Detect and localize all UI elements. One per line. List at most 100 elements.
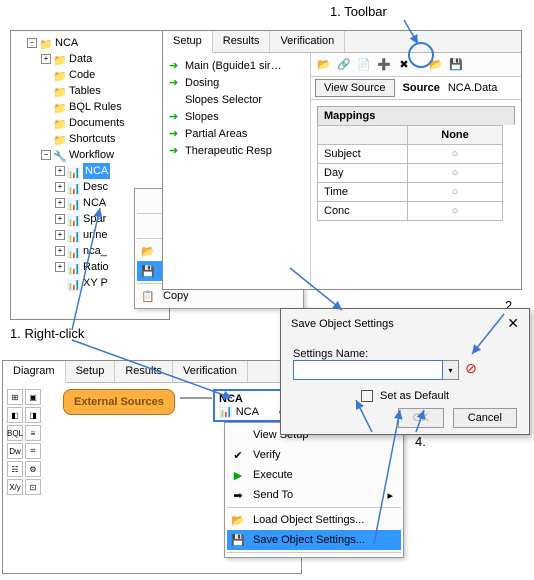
settings-name-input[interactable] (293, 360, 443, 380)
tree-shortcuts[interactable]: 📁Shortcuts (41, 131, 167, 147)
callout-circle-toolbar (408, 42, 434, 68)
folder-icon: 📁 (53, 53, 67, 65)
tree-wf-nca[interactable]: +📊NCA (55, 163, 167, 179)
palette-item[interactable]: ☵ (7, 461, 23, 477)
dialog-title: Save Object Settings (291, 318, 394, 330)
tree-docs[interactable]: 📁Documents (41, 115, 167, 131)
tree-root[interactable]: −📁NCA (27, 35, 167, 51)
tree-workflow[interactable]: −🔧Workflow (41, 147, 167, 163)
table-row: Subject○ (318, 145, 503, 164)
mappings-table: None Subject○ Day○ Time○ Conc○ (317, 125, 503, 221)
palette-item[interactable]: ⊡ (25, 479, 41, 495)
tb-link-icon[interactable]: 🔗 (335, 56, 353, 74)
tb-open-icon[interactable]: 📂 (315, 56, 333, 74)
tab-verification2[interactable]: Verification (173, 361, 248, 382)
object-icon: 📊 (67, 213, 81, 225)
expand-icon[interactable]: + (55, 166, 65, 176)
menu2-load-settings[interactable]: 📂Load Object Settings... (227, 510, 401, 530)
callout-rightclick: 1. Right-click (10, 326, 84, 341)
tb-new-icon[interactable]: 📄 (355, 56, 373, 74)
submenu-arrow-icon: ▸ (387, 489, 393, 502)
object-icon: 📊 (67, 229, 81, 241)
collapse-icon[interactable]: − (41, 150, 51, 160)
tree-bql[interactable]: 📁BQL Rules (41, 99, 167, 115)
tree-data[interactable]: +📁Data (41, 51, 167, 67)
expand-icon[interactable]: + (55, 182, 65, 192)
expand-icon[interactable]: + (55, 230, 65, 240)
expand-icon[interactable]: + (55, 214, 65, 224)
setup-dosing[interactable]: ➔Dosing (169, 74, 304, 91)
map-radio[interactable]: ○ (408, 183, 503, 202)
folder-icon: 📁 (53, 69, 67, 81)
collapse-icon[interactable]: − (27, 38, 37, 48)
setup-sidebar: ➔Main (Bguide1 sir… ➔Dosing Slopes Selec… (163, 53, 311, 289)
palette-item[interactable]: ◨ (25, 407, 41, 423)
expand-icon[interactable]: + (55, 262, 65, 272)
map-label: Day (318, 164, 408, 183)
close-icon[interactable]: ✕ (507, 315, 519, 332)
view-source-button[interactable]: View Source (315, 79, 395, 97)
tab-source[interactable]: Source (403, 79, 440, 97)
tab-diagram[interactable]: Diagram (3, 361, 66, 383)
settings-name-label: Settings Name: (293, 348, 368, 360)
expand-icon[interactable]: + (55, 198, 65, 208)
cancel-button[interactable]: Cancel (453, 408, 517, 428)
palette-item[interactable]: ▣ (25, 389, 41, 405)
tab-setup2[interactable]: Setup (66, 361, 116, 382)
arrow-icon: ➔ (169, 127, 181, 140)
detail-tabs: Setup Results Verification (163, 31, 521, 53)
palette-item[interactable]: ◧ (7, 407, 23, 423)
external-sources-node[interactable]: External Sources (63, 389, 175, 415)
tb-add-icon[interactable]: ➕ (375, 56, 393, 74)
callout-4: 4. (415, 434, 426, 449)
folder-icon: 📁 (53, 117, 67, 129)
palette-item[interactable]: BQL (7, 425, 23, 441)
setup-slopes-sel[interactable]: Slopes Selector (169, 91, 304, 108)
tab-verification[interactable]: Verification (270, 31, 345, 52)
tree-code[interactable]: 📁Code (41, 67, 167, 83)
set-default-checkbox[interactable] (361, 390, 373, 402)
source-file[interactable]: NCA.Data (448, 79, 498, 97)
setup-main[interactable]: ➔Main (Bguide1 sir… (169, 57, 304, 74)
object-icon: 📊 (67, 261, 81, 273)
dialog-titlebar: Save Object Settings ✕ (281, 309, 529, 338)
menu2-save-settings[interactable]: 💾Save Object Settings... (227, 530, 401, 550)
mappings-header: Mappings (317, 106, 515, 125)
palette-item[interactable]: ≡ (25, 425, 41, 441)
tool-palette: ⊞▣ ◧◨ BQL≡ Dw⌗ ☵⚙ X/y⊡ (5, 387, 45, 497)
arrow-icon: ➔ (169, 110, 181, 123)
menu2-execute[interactable]: ▶Execute (227, 465, 401, 485)
diagram-tabs: Diagram Setup Results Verification (3, 361, 301, 383)
error-icon: ⊘ (465, 360, 477, 376)
palette-item[interactable]: Dw (7, 443, 23, 459)
palette-item[interactable]: ⌗ (25, 443, 41, 459)
map-radio[interactable]: ○ (408, 202, 503, 221)
tree-tables[interactable]: 📁Tables (41, 83, 167, 99)
setup-partial[interactable]: ➔Partial Areas (169, 125, 304, 142)
table-row: Conc○ (318, 202, 503, 221)
object-icon: 📊 (219, 405, 233, 418)
tab-results2[interactable]: Results (115, 361, 173, 382)
ok-button[interactable]: OK (398, 408, 444, 428)
palette-item[interactable]: X/y (7, 479, 23, 495)
map-label: Conc (318, 202, 408, 221)
map-radio[interactable]: ○ (408, 164, 503, 183)
tab-results[interactable]: Results (213, 31, 271, 52)
dropdown-icon[interactable]: ▾ (443, 360, 459, 380)
expand-icon[interactable]: + (41, 54, 51, 64)
menu-sep (227, 552, 401, 553)
palette-item[interactable]: ⊞ (7, 389, 23, 405)
setup-ther[interactable]: ➔Therapeutic Resp (169, 142, 304, 159)
menu2-sendto[interactable]: ➡Send To▸ (227, 485, 401, 505)
tab-setup[interactable]: Setup (163, 31, 213, 53)
tb-save-settings-icon[interactable]: 💾 (447, 56, 465, 74)
callout-toolbar: 1. Toolbar (330, 4, 387, 19)
map-radio[interactable]: ○ (408, 145, 503, 164)
menu2-verify[interactable]: ✔Verify (227, 445, 401, 465)
palette-item[interactable]: ⚙ (25, 461, 41, 477)
expand-icon[interactable]: + (55, 246, 65, 256)
copy-icon: 📋 (139, 290, 157, 303)
node-title: NCA (219, 393, 287, 405)
mappings-col-none: None (408, 126, 503, 145)
setup-slopes[interactable]: ➔Slopes (169, 108, 304, 125)
